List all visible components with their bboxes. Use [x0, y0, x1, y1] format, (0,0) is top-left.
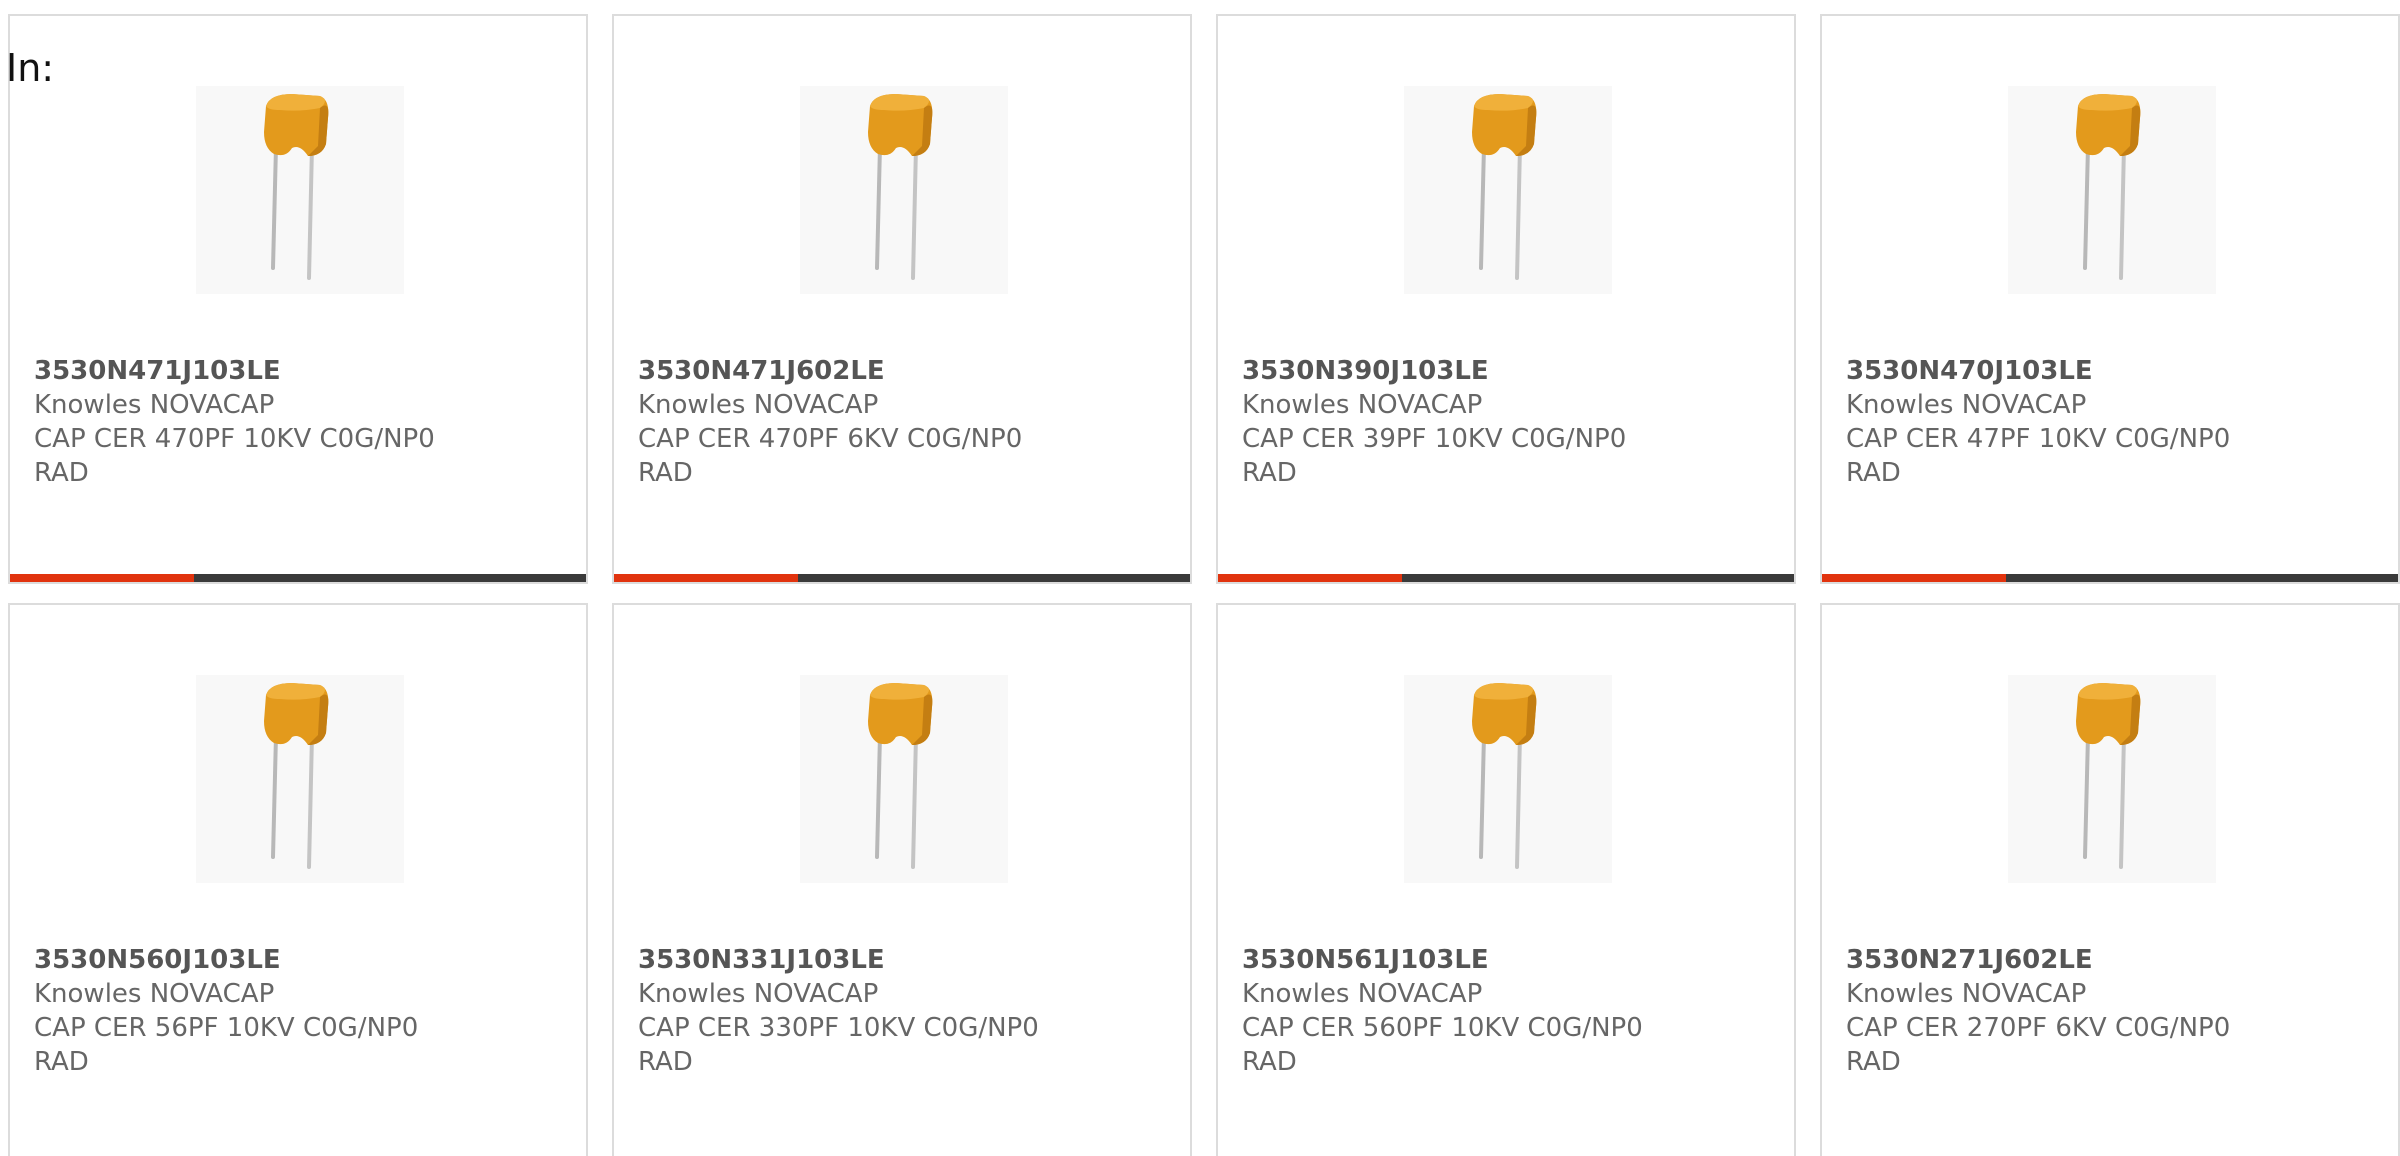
product-card[interactable]: 3530N331J103LE Knowles NOVACAP CAP CER 3… — [612, 603, 1192, 1156]
product-card[interactable]: 3530N271J602LE Knowles NOVACAP CAP CER 2… — [1820, 603, 2400, 1156]
package-type: RAD — [1242, 458, 1297, 488]
manufacturer: Knowles NOVACAP — [1242, 390, 1483, 420]
progress-bar — [614, 574, 1190, 582]
package-type: RAD — [638, 458, 693, 488]
in-filter-label: In: — [6, 46, 55, 90]
progress-bar — [1218, 574, 1794, 582]
product-card[interactable]: 3530N390J103LE Knowles NOVACAP CAP CER 3… — [1216, 14, 1796, 584]
progress-bar-fill — [614, 574, 799, 582]
product-card[interactable]: 3530N471J103LE Knowles NOVACAP CAP CER 4… — [8, 14, 588, 584]
product-info: 3530N560J103LE Knowles NOVACAP CAP CER 5… — [34, 943, 574, 1079]
part-number-link[interactable]: 3530N560J103LE — [34, 943, 574, 977]
product-card[interactable]: 3530N470J103LE Knowles NOVACAP CAP CER 4… — [1820, 14, 2400, 584]
manufacturer: Knowles NOVACAP — [638, 979, 879, 1009]
product-description: CAP CER 330PF 10KV C0G/NP0 — [638, 1013, 1039, 1043]
product-card[interactable]: 3530N561J103LE Knowles NOVACAP CAP CER 5… — [1216, 603, 1796, 1156]
manufacturer: Knowles NOVACAP — [34, 390, 275, 420]
product-info: 3530N471J103LE Knowles NOVACAP CAP CER 4… — [34, 354, 574, 490]
product-info: 3530N271J602LE Knowles NOVACAP CAP CER 2… — [1846, 943, 2386, 1079]
part-number-link[interactable]: 3530N390J103LE — [1242, 354, 1782, 388]
product-info: 3530N561J103LE Knowles NOVACAP CAP CER 5… — [1242, 943, 1782, 1079]
part-number-link[interactable]: 3530N271J602LE — [1846, 943, 2386, 977]
package-type: RAD — [638, 1047, 693, 1077]
package-type: RAD — [1242, 1047, 1297, 1077]
package-type: RAD — [1846, 458, 1901, 488]
manufacturer: Knowles NOVACAP — [34, 979, 275, 1009]
product-info: 3530N471J602LE Knowles NOVACAP CAP CER 4… — [638, 354, 1178, 490]
package-type: RAD — [34, 458, 89, 488]
product-info: 3530N390J103LE Knowles NOVACAP CAP CER 3… — [1242, 354, 1782, 490]
manufacturer: Knowles NOVACAP — [638, 390, 879, 420]
manufacturer: Knowles NOVACAP — [1846, 390, 2087, 420]
radial-capacitor-image[interactable] — [1404, 675, 1612, 883]
radial-capacitor-image[interactable] — [800, 675, 1008, 883]
radial-capacitor-image[interactable] — [196, 86, 404, 294]
product-description: CAP CER 560PF 10KV C0G/NP0 — [1242, 1013, 1643, 1043]
product-card[interactable]: 3530N560J103LE Knowles NOVACAP CAP CER 5… — [8, 603, 588, 1156]
product-info: 3530N331J103LE Knowles NOVACAP CAP CER 3… — [638, 943, 1178, 1079]
product-description: CAP CER 47PF 10KV C0G/NP0 — [1846, 424, 2231, 454]
radial-capacitor-image[interactable] — [2008, 675, 2216, 883]
radial-capacitor-image[interactable] — [1404, 86, 1612, 294]
radial-capacitor-image[interactable] — [2008, 86, 2216, 294]
radial-capacitor-image[interactable] — [196, 675, 404, 883]
progress-bar-fill — [1218, 574, 1403, 582]
package-type: RAD — [1846, 1047, 1901, 1077]
product-description: CAP CER 270PF 6KV C0G/NP0 — [1846, 1013, 2231, 1043]
part-number-link[interactable]: 3530N471J602LE — [638, 354, 1178, 388]
part-number-link[interactable]: 3530N470J103LE — [1846, 354, 2386, 388]
part-number-link[interactable]: 3530N471J103LE — [34, 354, 574, 388]
product-description: CAP CER 39PF 10KV C0G/NP0 — [1242, 424, 1627, 454]
product-grid-page: In: 3530N471J103LE Knowles NOVACAP CAP C… — [0, 0, 2400, 1156]
radial-capacitor-image[interactable] — [800, 86, 1008, 294]
progress-bar — [10, 574, 586, 582]
progress-bar — [1822, 574, 2398, 582]
progress-bar-fill — [10, 574, 195, 582]
product-description: CAP CER 56PF 10KV C0G/NP0 — [34, 1013, 419, 1043]
part-number-link[interactable]: 3530N561J103LE — [1242, 943, 1782, 977]
manufacturer: Knowles NOVACAP — [1846, 979, 2087, 1009]
package-type: RAD — [34, 1047, 89, 1077]
product-description: CAP CER 470PF 6KV C0G/NP0 — [638, 424, 1023, 454]
product-card[interactable]: 3530N471J602LE Knowles NOVACAP CAP CER 4… — [612, 14, 1192, 584]
manufacturer: Knowles NOVACAP — [1242, 979, 1483, 1009]
part-number-link[interactable]: 3530N331J103LE — [638, 943, 1178, 977]
product-description: CAP CER 470PF 10KV C0G/NP0 — [34, 424, 435, 454]
progress-bar-fill — [1822, 574, 2007, 582]
product-info: 3530N470J103LE Knowles NOVACAP CAP CER 4… — [1846, 354, 2386, 490]
